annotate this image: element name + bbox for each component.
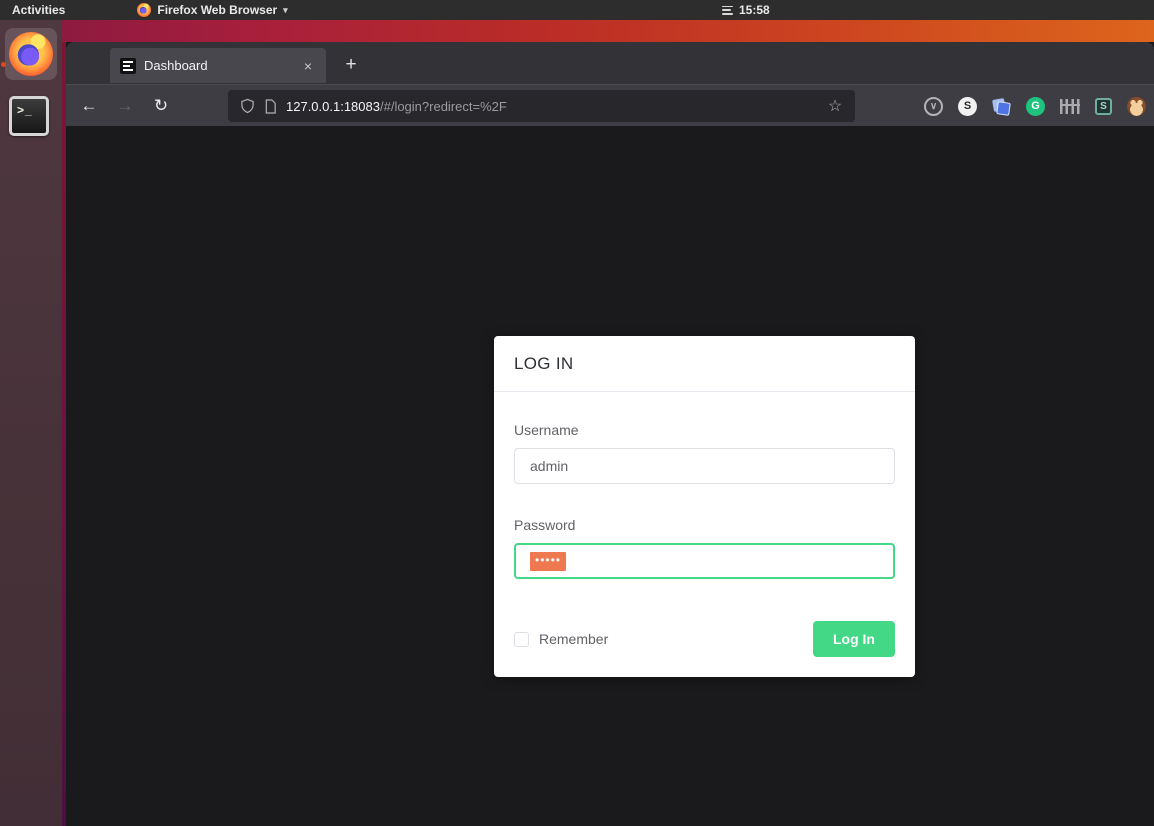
tab-dashboard[interactable]: Dashboard × xyxy=(110,48,326,83)
dock: >_ xyxy=(0,20,62,826)
page-title: LOG IN xyxy=(514,353,574,373)
page-content: LOG IN Username admin Password ••••• Rem xyxy=(66,127,1154,826)
username-value: admin xyxy=(530,458,569,474)
grammarly-icon[interactable]: G xyxy=(1026,96,1045,116)
s-badge-icon[interactable]: S xyxy=(958,96,977,116)
dock-item-terminal[interactable]: >_ xyxy=(9,96,49,136)
bookmark-star-icon[interactable]: ☆ xyxy=(823,94,847,118)
app-menu[interactable]: Firefox Web Browser ▾ xyxy=(137,3,288,17)
remember-label: Remember xyxy=(539,631,609,647)
clock[interactable]: 15:58 xyxy=(722,0,770,20)
tab-title: Dashboard xyxy=(144,58,208,73)
navigation-toolbar: ← → ↻ 127.0.0.1:18083/#/login?redirect=%… xyxy=(66,84,1154,126)
firefox-icon xyxy=(9,32,53,76)
firefox-window: Dashboard × + ← → ↻ 127.0.0.1:18083/#/lo… xyxy=(66,42,1154,826)
url-bar[interactable]: 127.0.0.1:18083/#/login?redirect=%2F ☆ xyxy=(228,90,855,122)
back-button[interactable]: ← xyxy=(74,91,104,121)
fence-icon[interactable] xyxy=(1060,98,1080,114)
firefox-icon xyxy=(137,3,152,17)
stylus-icon[interactable]: S xyxy=(1095,97,1112,115)
page-info-icon[interactable] xyxy=(264,98,277,114)
password-selected-text: ••••• xyxy=(530,551,567,571)
url-host: 127.0.0.1:18083 xyxy=(286,98,380,114)
login-card-body: Username admin Password ••••• Remember L… xyxy=(494,392,915,677)
remember-checkbox[interactable] xyxy=(514,631,529,647)
username-label: Username xyxy=(514,422,579,438)
login-button[interactable]: Log In xyxy=(813,621,895,657)
tab-bar: Dashboard × + xyxy=(66,42,1154,84)
pocket-icon[interactable]: ∨ xyxy=(924,96,943,116)
password-field[interactable]: ••••• xyxy=(514,543,895,579)
tracking-shield-icon[interactable] xyxy=(240,98,255,114)
sticky-notes-icon[interactable] xyxy=(992,97,1011,116)
url-path: /#/login?redirect=%2F xyxy=(379,98,507,114)
login-card-header: LOG IN xyxy=(494,336,915,392)
monkey-icon[interactable] xyxy=(1127,96,1146,116)
terminal-prompt-icon: >_ xyxy=(17,103,33,117)
username-field[interactable]: admin xyxy=(514,448,895,484)
app-menu-label: Firefox Web Browser xyxy=(157,3,278,17)
system-top-bar: Activities Firefox Web Browser ▾ 15:58 xyxy=(0,0,1154,20)
new-tab-button[interactable]: + xyxy=(336,50,366,80)
desktop-wallpaper-strip xyxy=(62,20,1154,42)
dashboard-favicon-icon xyxy=(120,57,136,74)
forward-button[interactable]: → xyxy=(110,91,140,121)
url-text[interactable]: 127.0.0.1:18083/#/login?redirect=%2F xyxy=(286,99,814,114)
dock-item-firefox[interactable] xyxy=(5,28,57,80)
remember-checkbox-group[interactable]: Remember xyxy=(514,631,608,647)
extension-toolbar: ∨ S G S xyxy=(924,85,1146,127)
login-card: LOG IN Username admin Password ••••• Rem xyxy=(494,336,915,677)
notification-lines-icon xyxy=(722,5,733,15)
clock-time: 15:58 xyxy=(739,3,770,17)
activities-button[interactable]: Activities xyxy=(0,0,77,20)
tab-close-icon[interactable]: × xyxy=(298,56,318,76)
password-label: Password xyxy=(514,517,576,533)
chevron-down-icon: ▾ xyxy=(283,4,288,15)
reload-button[interactable]: ↻ xyxy=(146,91,176,121)
running-indicator-dot xyxy=(1,62,6,67)
